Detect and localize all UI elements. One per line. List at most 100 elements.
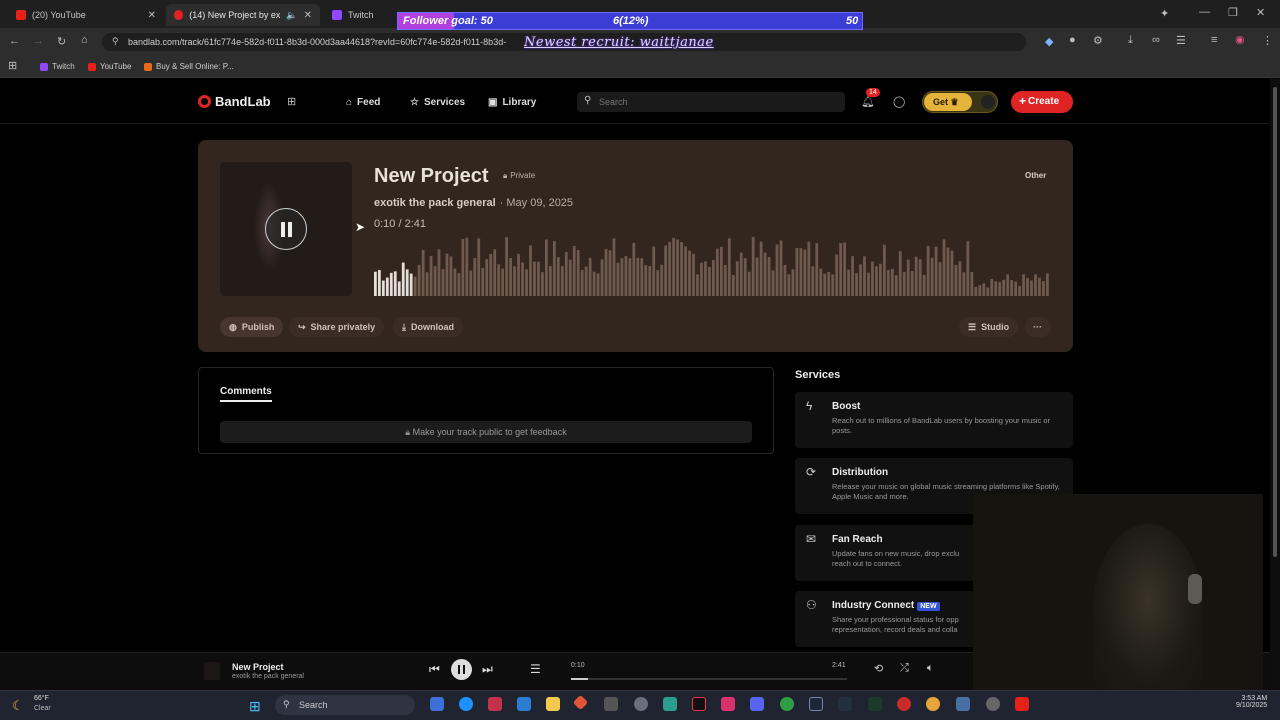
chrome-icon[interactable]	[926, 697, 940, 711]
nav-feed[interactable]: ⌂ Feed	[346, 97, 380, 108]
speaker-icon[interactable]: 🔈	[286, 10, 297, 21]
waveform-bar	[656, 270, 660, 296]
share-privately-button[interactable]: ↪ Share privately	[289, 317, 385, 337]
weather-desc[interactable]: Clear	[34, 705, 51, 712]
tiktok-icon[interactable]	[692, 697, 706, 711]
waveform[interactable]	[374, 230, 1050, 296]
get-membership-button[interactable]: Get ♛	[922, 91, 998, 113]
maximize-icon[interactable]: ❐	[1228, 6, 1238, 19]
page-scrollbar[interactable]	[1270, 79, 1280, 690]
extension-icon[interactable]: ●	[1069, 34, 1076, 46]
avatar[interactable]	[981, 95, 995, 109]
scrollbar-thumb[interactable]	[1273, 87, 1277, 557]
sparkle-icon[interactable]: ✦	[1160, 7, 1169, 20]
waveform-bar	[847, 269, 850, 296]
tab-bandlab[interactable]: (14) New Project by exotik 🔈 ✕	[166, 4, 320, 26]
app-icon[interactable]	[604, 697, 618, 711]
apps-icon[interactable]: ⊞	[8, 59, 17, 72]
waveform-bar	[803, 249, 807, 296]
taskbar-search[interactable]: ⚲ Search	[275, 695, 415, 715]
next-icon[interactable]: ⏭	[482, 662, 493, 677]
minimize-icon[interactable]: —	[1199, 6, 1210, 18]
sidebar-icon[interactable]: ≡	[1211, 34, 1217, 46]
bookmark-marketplace[interactable]: Buy & Sell Online: P...	[144, 62, 234, 71]
waveform-bar	[958, 261, 962, 296]
weather-temp[interactable]: 66°F	[34, 695, 49, 702]
close-icon[interactable]: ✕	[304, 10, 312, 21]
app-icon[interactable]	[868, 697, 882, 711]
waveform-bar	[660, 264, 664, 296]
menu-icon[interactable]: ⋮	[1262, 34, 1273, 47]
app-icon[interactable]	[986, 697, 1000, 711]
waveform-bar	[696, 274, 699, 296]
nav-services[interactable]: ☆ Services	[410, 97, 465, 108]
bookmark-youtube[interactable]: YouTube	[88, 62, 131, 71]
steam-icon[interactable]	[809, 697, 823, 711]
file-explorer-icon[interactable]	[546, 697, 560, 711]
track-artist[interactable]: exotik the pack general	[374, 197, 496, 209]
create-button[interactable]: + Create	[1011, 91, 1073, 113]
app-icon[interactable]	[838, 697, 852, 711]
search-icon: ⚲	[283, 699, 290, 709]
tab-youtube[interactable]: (20) YouTube ✕	[8, 4, 164, 26]
extension-icon[interactable]: ☰	[1176, 34, 1186, 47]
close-window-icon[interactable]: ✕	[1256, 6, 1265, 19]
comments-tab[interactable]: Comments	[220, 386, 272, 402]
windows-start-icon[interactable]: ⊞	[249, 698, 261, 715]
previous-icon[interactable]: ⏮	[429, 662, 440, 677]
taskbar-clock[interactable]: 3:53 AM 9/10/2025	[1236, 695, 1267, 709]
waveform-bar	[680, 241, 683, 296]
bandlab-logo[interactable]: BandLab	[198, 94, 271, 109]
service-boost[interactable]: ϟ Boost Reach out to millions of BandLab…	[795, 392, 1073, 448]
app-icon[interactable]	[663, 697, 677, 711]
track-title: New Project	[374, 165, 489, 187]
tab-twitch[interactable]: Twitch	[324, 4, 396, 26]
avatar[interactable]: ◉	[1235, 33, 1245, 46]
instagram-icon[interactable]	[721, 697, 735, 711]
extension-icon[interactable]: ◆	[1045, 35, 1053, 48]
waveform-bar	[397, 281, 401, 296]
forward-icon[interactable]: →	[33, 35, 44, 47]
xbox-icon[interactable]	[780, 697, 794, 711]
link-icon[interactable]: ∞	[1152, 34, 1160, 46]
genre-tag[interactable]: Other	[1025, 171, 1046, 180]
more-options-button[interactable]: ···	[1025, 317, 1051, 337]
search-input[interactable]: ⚲ Search	[577, 92, 845, 112]
opera-icon[interactable]	[897, 697, 911, 711]
edge-icon[interactable]	[459, 697, 473, 711]
bookmark-twitch[interactable]: Twitch	[40, 62, 75, 71]
volume-icon[interactable]: 🔈︎	[927, 662, 934, 675]
site-info-icon[interactable]: ⚲	[112, 36, 119, 47]
bandlab-icon	[174, 10, 184, 20]
apps-grid-icon[interactable]: ⊞	[287, 95, 296, 108]
nav-library[interactable]: ▣ Library	[488, 97, 536, 108]
back-icon[interactable]: ←	[9, 35, 20, 47]
player-artist[interactable]: exotik the pack general	[232, 673, 304, 680]
outlook-icon[interactable]	[517, 697, 531, 711]
waveform-bar	[513, 266, 516, 296]
puzzle-icon[interactable]: ⚙	[1093, 34, 1103, 47]
waveform-bar	[704, 261, 707, 296]
publish-button[interactable]: ◍ Publish	[220, 317, 284, 337]
more-icon: ···	[1033, 322, 1042, 332]
youtube-icon[interactable]	[1015, 697, 1029, 711]
copilot-icon[interactable]	[430, 697, 444, 711]
download-button[interactable]: ⤓ Download	[393, 317, 463, 337]
app-icon[interactable]	[488, 697, 502, 711]
queue-icon[interactable]: ☰	[530, 662, 541, 676]
discord-icon[interactable]	[750, 697, 764, 711]
shuffle-icon[interactable]: ⤮	[900, 662, 909, 675]
close-icon[interactable]: ✕	[148, 10, 156, 21]
reload-icon[interactable]: ↻	[57, 35, 66, 48]
seek-bar[interactable]	[571, 678, 847, 680]
download-icon[interactable]: ⤓	[1128, 34, 1133, 47]
home-icon[interactable]: ⌂	[81, 34, 88, 46]
player-title[interactable]: New Project	[232, 662, 284, 672]
pause-button[interactable]	[265, 208, 307, 250]
repeat-icon[interactable]: ⟲	[874, 662, 883, 675]
messages-icon[interactable]: ◯	[893, 95, 905, 108]
settings-icon[interactable]	[634, 697, 648, 711]
studio-button[interactable]: ☰ Studio	[959, 317, 1019, 337]
app-icon[interactable]	[956, 697, 970, 711]
player-pause-button[interactable]	[451, 659, 472, 680]
